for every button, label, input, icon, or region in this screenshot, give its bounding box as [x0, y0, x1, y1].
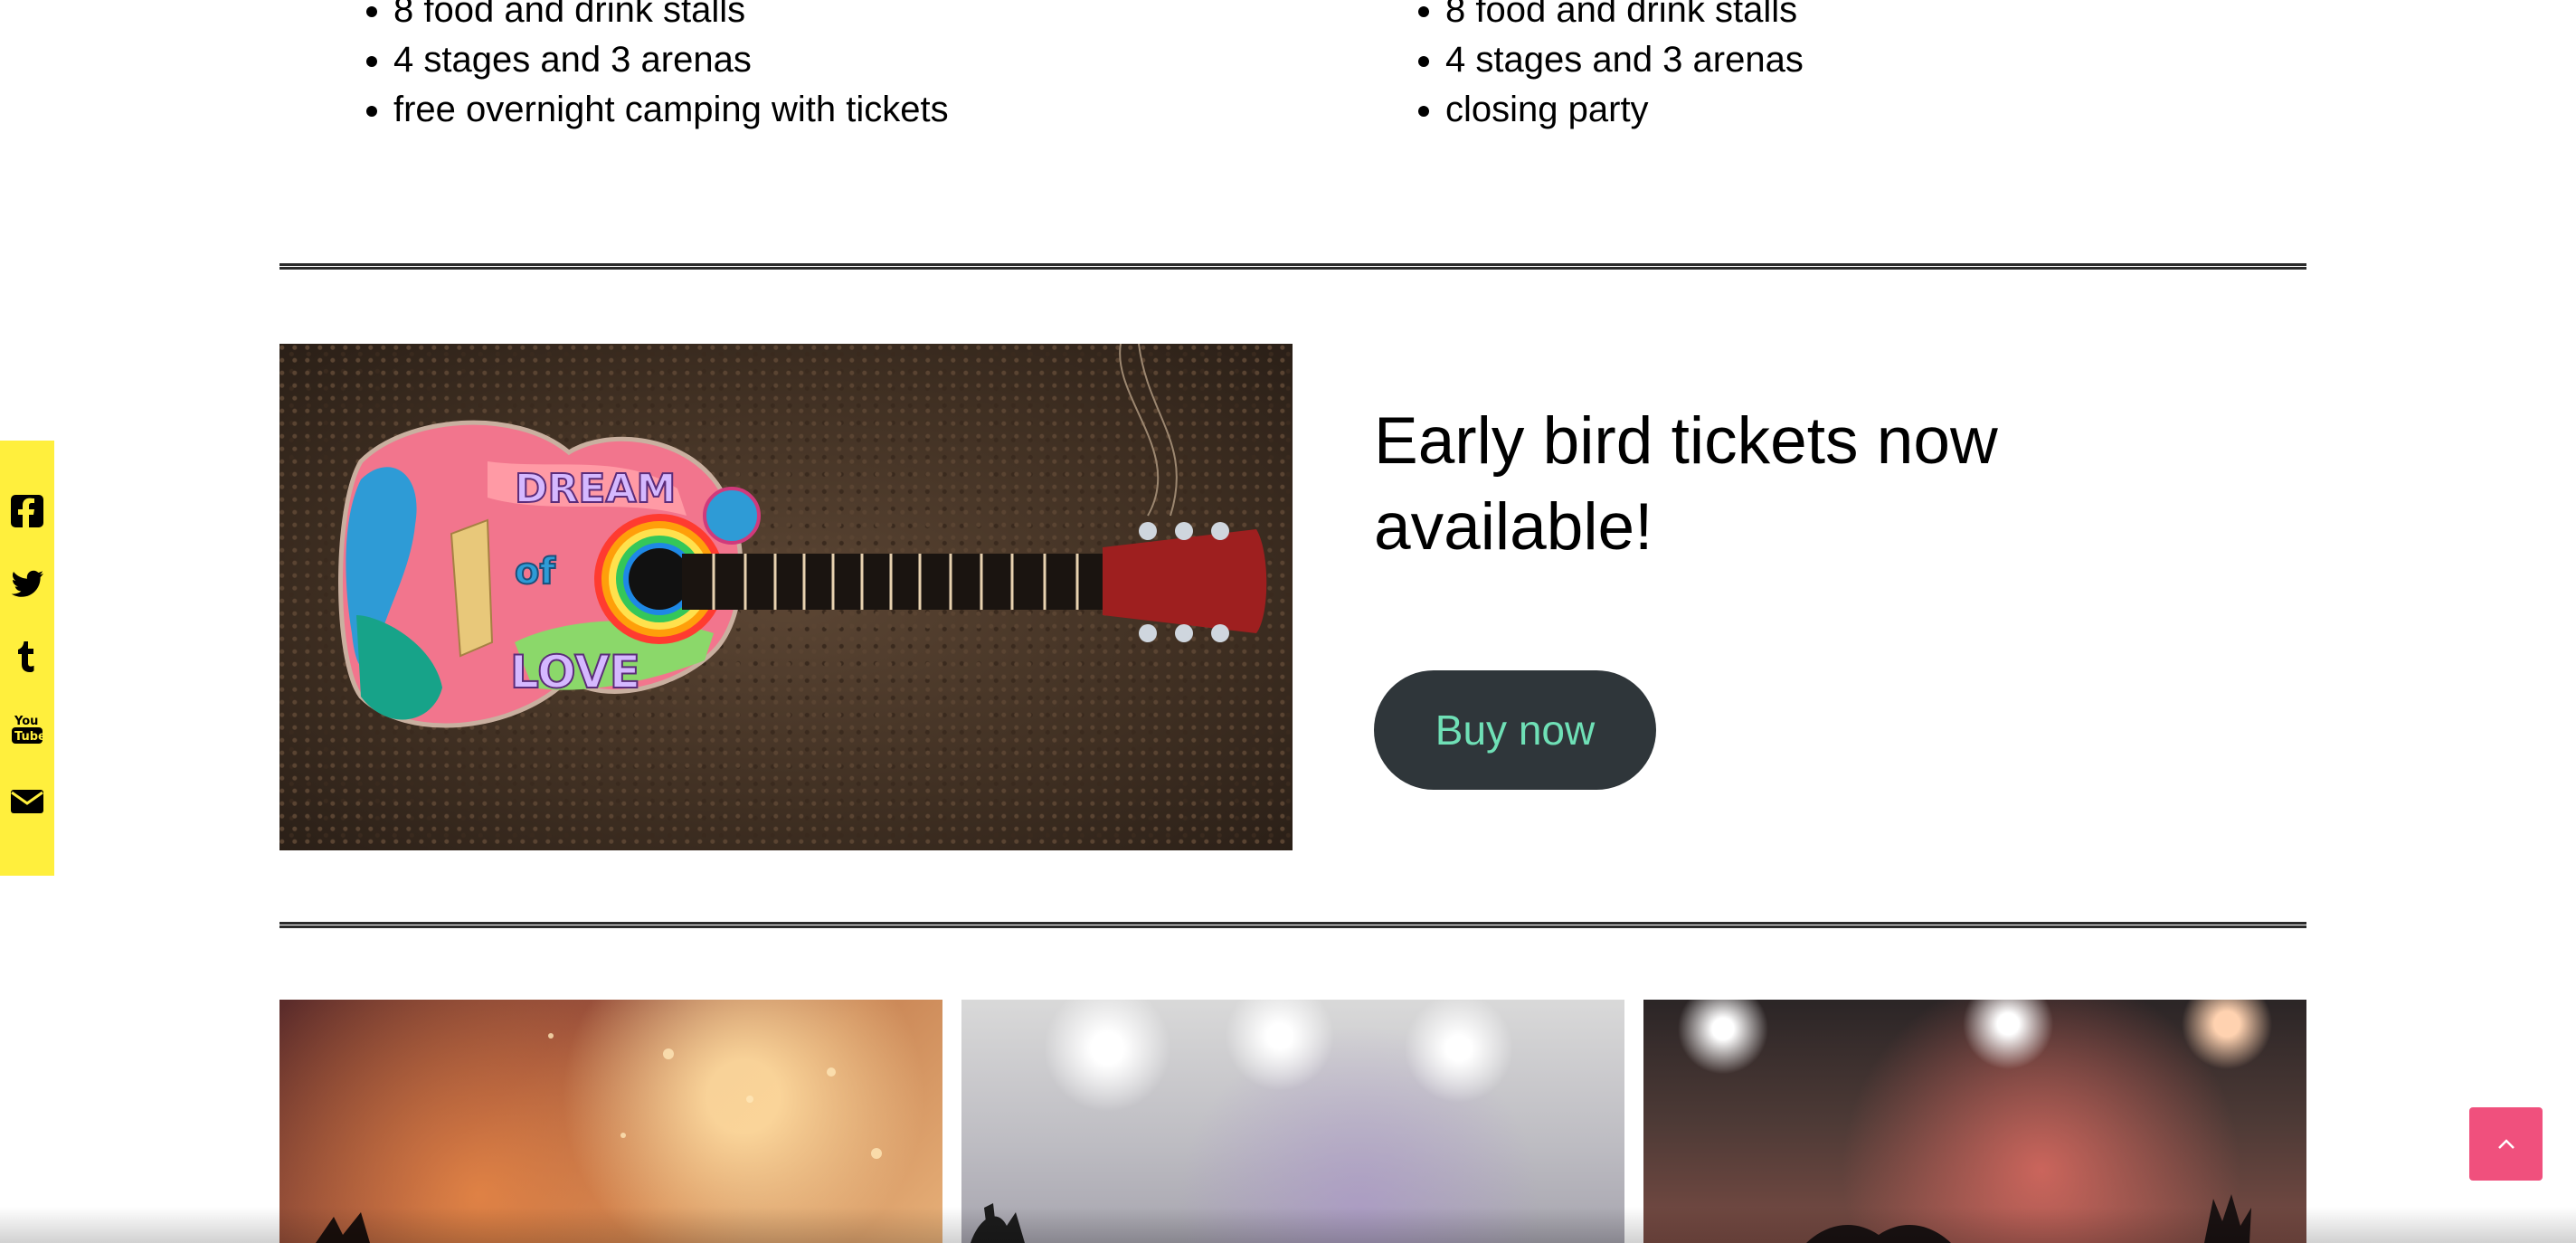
- gallery-image-crowd-sparkles: [279, 1000, 942, 1243]
- list-item: 4 stages and 3 arenas: [1445, 35, 1804, 85]
- feature-list-right: 8 food and drink stalls 4 stages and 3 a…: [1445, 0, 1804, 135]
- svg-text:You: You: [14, 715, 38, 728]
- svg-text:DREAM: DREAM: [515, 466, 676, 512]
- section-divider: [279, 263, 2306, 270]
- guitar-image: DREAM of LOVE: [279, 344, 1293, 850]
- list-item: closing party: [1445, 85, 1804, 135]
- guitar-illustration: DREAM of LOVE: [338, 344, 1267, 728]
- social-sidebar: You Tube: [0, 441, 54, 876]
- list-item: 8 food and drink stalls: [393, 0, 949, 35]
- youtube-icon[interactable]: You Tube: [9, 710, 46, 746]
- list-item: 4 stages and 3 arenas: [393, 35, 949, 85]
- email-icon[interactable]: [9, 783, 45, 819]
- list-item: 8 food and drink stalls: [1445, 0, 1804, 35]
- promo-heading: Early bird tickets now available!: [1374, 404, 1998, 564]
- section-divider: [279, 922, 2306, 928]
- gallery-image-stage-lights: [961, 1000, 1624, 1243]
- chevron-up-icon: [2497, 1138, 2514, 1149]
- facebook-icon[interactable]: [9, 493, 45, 529]
- svg-text:Tube: Tube: [14, 730, 45, 744]
- svg-text:of: of: [515, 551, 555, 593]
- tumblr-icon[interactable]: [9, 638, 45, 674]
- gallery-image-concert-hands: [1643, 1000, 2306, 1243]
- back-to-top-button[interactable]: [2469, 1107, 2543, 1181]
- list-item: free overnight camping with tickets: [393, 85, 949, 135]
- feature-list-left: 8 food and drink stalls 4 stages and 3 a…: [393, 0, 949, 135]
- buy-now-button[interactable]: Buy now: [1374, 670, 1656, 790]
- twitter-icon[interactable]: [9, 565, 45, 602]
- svg-text:LOVE: LOVE: [510, 646, 640, 698]
